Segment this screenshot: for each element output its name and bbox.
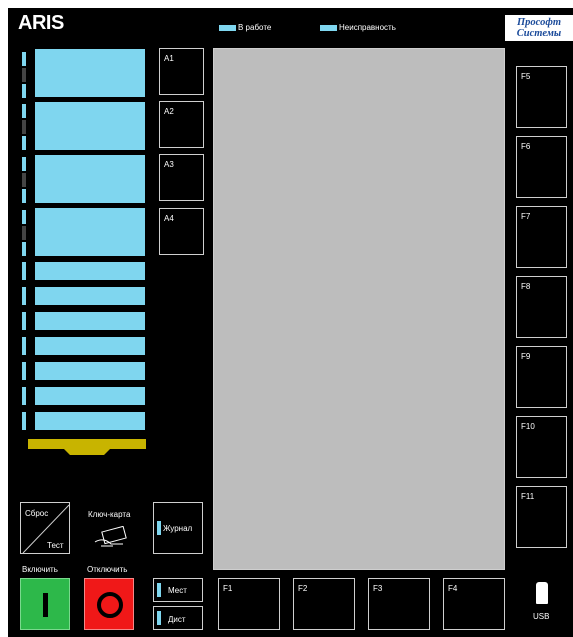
slot-label: A1 xyxy=(164,54,174,63)
rack-module-1[interactable] xyxy=(35,49,145,97)
rack-led xyxy=(22,312,26,330)
slot-f4[interactable]: F4 xyxy=(443,578,505,630)
rack-led xyxy=(22,189,26,203)
on-label: Включить xyxy=(22,565,58,574)
rack-led xyxy=(22,120,26,134)
slot-a3[interactable]: A3 xyxy=(159,154,204,201)
aris-panel: ARIS В работе Неисправность Прософт Сист… xyxy=(8,8,573,637)
test-label: Тест xyxy=(47,541,64,550)
slot-label: F1 xyxy=(223,584,233,593)
journal-button[interactable]: Журнал xyxy=(153,502,203,554)
rack-module-4[interactable] xyxy=(35,208,145,256)
slot-f11[interactable]: F11 xyxy=(516,486,567,548)
remote-mode-button[interactable]: Дист xyxy=(153,606,203,630)
slot-label: F3 xyxy=(373,584,383,593)
rack-led xyxy=(22,262,26,280)
slot-f1[interactable]: F1 xyxy=(218,578,280,630)
rack-led xyxy=(22,136,26,150)
logo-line-1: Прософт xyxy=(517,17,561,28)
off-label: Отключить xyxy=(87,565,128,574)
journal-label: Журнал xyxy=(163,524,193,533)
slot-f3[interactable]: F3 xyxy=(368,578,430,630)
slot-f6[interactable]: F6 xyxy=(516,136,567,198)
power-on-button[interactable] xyxy=(20,578,70,630)
rack-module-6[interactable] xyxy=(35,287,145,305)
usb-label: USB xyxy=(533,612,550,621)
local-indicator xyxy=(157,583,161,597)
key-card-icon[interactable] xyxy=(93,526,133,548)
slot-label: A2 xyxy=(164,107,174,116)
slot-label: F11 xyxy=(521,492,535,501)
usb-icon[interactable] xyxy=(536,582,548,604)
rack-led xyxy=(22,412,26,430)
local-mode-button[interactable]: Мест xyxy=(153,578,203,602)
slot-f10[interactable]: F10 xyxy=(516,416,567,478)
legend-fault-label: Неисправность xyxy=(339,23,396,32)
reset-label: Сброс xyxy=(25,509,49,518)
slot-a4[interactable]: A4 xyxy=(159,208,204,255)
app-title: ARIS xyxy=(18,12,64,34)
rack-module-11[interactable] xyxy=(35,412,145,430)
rack-led xyxy=(22,337,26,355)
rack-led xyxy=(22,362,26,380)
remote-indicator xyxy=(157,611,161,625)
rack-led xyxy=(22,287,26,305)
rack-led xyxy=(22,84,26,98)
slot-label: F5 xyxy=(521,72,531,81)
legend-working-label: В работе xyxy=(238,23,272,32)
rack-module-10[interactable] xyxy=(35,387,145,405)
rack-module-2[interactable] xyxy=(35,102,145,150)
slot-f8[interactable]: F8 xyxy=(516,276,567,338)
slot-a1[interactable]: A1 xyxy=(159,48,204,95)
rack-led xyxy=(22,210,26,224)
slot-a2[interactable]: A2 xyxy=(159,101,204,148)
slot-label: F7 xyxy=(521,212,531,221)
slot-label: F6 xyxy=(521,142,531,151)
local-label: Мест xyxy=(168,586,187,595)
rack-module-7[interactable] xyxy=(35,312,145,330)
rack-led xyxy=(22,387,26,405)
slot-f9[interactable]: F9 xyxy=(516,346,567,408)
legend-fault-swatch xyxy=(320,25,337,31)
remote-label: Дист xyxy=(168,615,186,624)
slot-label: F9 xyxy=(521,352,531,361)
rack-module-3[interactable] xyxy=(35,155,145,203)
slot-f5[interactable]: F5 xyxy=(516,66,567,128)
slot-label: F4 xyxy=(448,584,458,593)
rack-tray xyxy=(28,439,146,455)
rack-led xyxy=(22,157,26,171)
slot-label: F10 xyxy=(521,422,535,431)
slot-f2[interactable]: F2 xyxy=(293,578,355,630)
rack-module-5[interactable] xyxy=(35,262,145,280)
rack-led xyxy=(22,173,26,187)
rack-led xyxy=(22,226,26,240)
slot-label: F2 xyxy=(298,584,308,593)
rack-led xyxy=(22,242,26,256)
slot-f7[interactable]: F7 xyxy=(516,206,567,268)
rack-led xyxy=(22,104,26,118)
rack-led xyxy=(22,52,26,66)
power-off-button[interactable] xyxy=(84,578,134,630)
prosoft-logo: Прософт Системы xyxy=(505,15,573,41)
slot-label: A3 xyxy=(164,160,174,169)
rack-module-8[interactable] xyxy=(35,337,145,355)
slot-label: A4 xyxy=(164,214,174,223)
legend-working-swatch xyxy=(219,25,236,31)
reset-test-button[interactable]: Сброс Тест xyxy=(20,502,70,554)
journal-indicator xyxy=(157,521,161,535)
on-symbol-icon xyxy=(43,593,48,617)
slot-label: F8 xyxy=(521,282,531,291)
off-symbol-icon xyxy=(97,592,123,618)
rack-module-9[interactable] xyxy=(35,362,145,380)
rack-led xyxy=(22,68,26,82)
logo-line-2: Системы xyxy=(516,28,562,39)
main-display[interactable] xyxy=(213,48,505,570)
key-card-label: Ключ-карта xyxy=(88,510,131,519)
